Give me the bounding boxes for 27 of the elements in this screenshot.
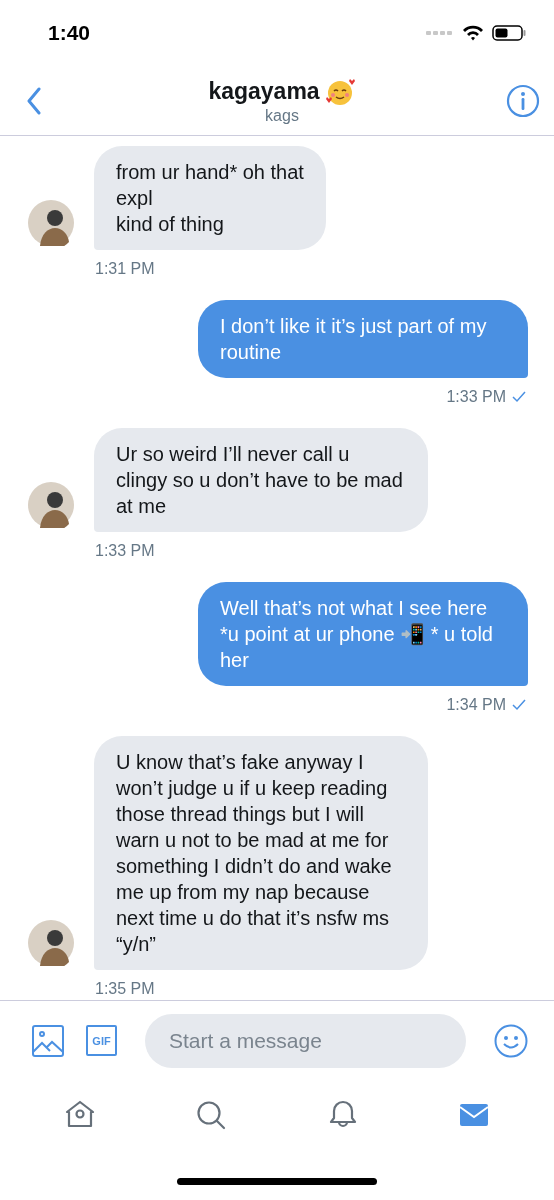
- info-icon[interactable]: [506, 83, 540, 118]
- image-icon[interactable]: [32, 1024, 64, 1057]
- message-bubble: I don’t like it it’s just part of my routine: [198, 300, 528, 378]
- search-icon[interactable]: [195, 1099, 228, 1131]
- avatar[interactable]: [28, 200, 74, 246]
- message-time: 1:31 PM: [95, 260, 155, 278]
- message-bubble: Ur so weird I’ll never call u clingy so u don’t have to be mad at me: [94, 428, 428, 532]
- battery-icon: [492, 25, 526, 41]
- avatar[interactable]: [28, 482, 74, 528]
- message-time: 1:35 PM: [95, 980, 155, 998]
- message-bubble: from ur hand* oh that expl kind of thing: [94, 146, 326, 250]
- contact-handle: kags: [265, 106, 299, 125]
- emoji-icon[interactable]: [494, 1023, 528, 1058]
- signal-icon: [426, 30, 454, 36]
- message-bubble: Well that’s not what I see here *u point at ur phone 📲 * u told her: [198, 582, 528, 686]
- avatar[interactable]: [28, 920, 74, 966]
- message-time: 1:34 PM: [446, 696, 506, 714]
- wifi-icon: [462, 25, 484, 41]
- gif-button[interactable]: GIF: [86, 1025, 117, 1056]
- back-icon[interactable]: [26, 86, 42, 115]
- message-field[interactable]: Start a message: [145, 1013, 466, 1068]
- contact-name: kagayama: [208, 78, 320, 105]
- message-time: 1:33 PM: [95, 542, 155, 560]
- status-time: 1:40: [48, 21, 91, 45]
- smiling-face-icon: [325, 76, 356, 107]
- message-bubble: U know that’s fake anyway I won’t judge u if u keep reading those thread things but I will warn u not to be mad at me for something I didn’t do and wake me up from my nap because next time u do that it’s nsfw ms “y/n”: [94, 736, 428, 970]
- message-time: 1:33 PM: [446, 388, 506, 406]
